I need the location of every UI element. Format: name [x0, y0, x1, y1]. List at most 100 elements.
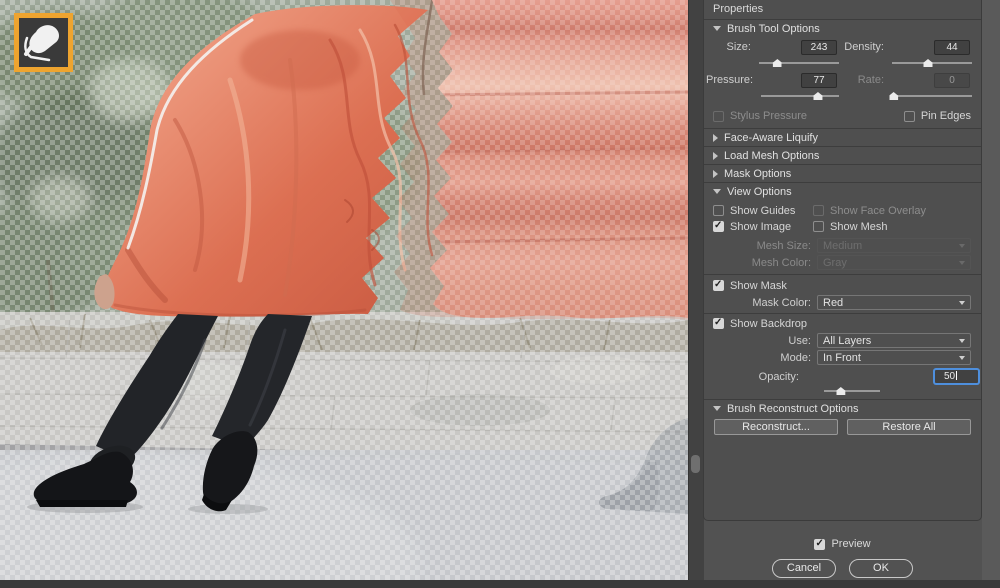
dialog-buttons: Cancel OK — [703, 559, 982, 578]
density-input[interactable]: 44 — [934, 40, 970, 55]
section-label: Face-Aware Liquify — [724, 132, 818, 144]
show-backdrop-row: Show Backdrop — [704, 316, 981, 331]
collapse-triangle-icon — [713, 134, 718, 142]
collapse-triangle-icon — [713, 152, 718, 160]
section-view-options[interactable]: View Options — [704, 182, 981, 200]
window-bottom-edge — [0, 580, 1000, 588]
collapse-triangle-icon — [713, 170, 718, 178]
liquify-canvas[interactable] — [0, 0, 688, 580]
section-label: Load Mesh Options — [724, 150, 819, 162]
use-label: Use: — [704, 335, 817, 347]
view-row-2: Show Image Show Mesh — [704, 219, 981, 234]
dropdown-value: All Layers — [823, 335, 871, 347]
opacity-slider[interactable] — [824, 386, 880, 396]
panel-title: Properties — [704, 0, 981, 20]
opacity-slider-thumb[interactable] — [836, 387, 845, 395]
mode-row: Mode: In Front — [704, 350, 971, 365]
use-dropdown[interactable]: All Layers — [817, 333, 971, 348]
chevron-down-icon — [959, 244, 965, 248]
dropdown-value: Medium — [823, 240, 862, 252]
dropdown-value: In Front — [823, 352, 861, 364]
mesh-color-label: Mesh Color: — [704, 257, 817, 269]
panel-divider-handle[interactable] — [691, 455, 700, 473]
stylus-pressure-label: Stylus Pressure — [730, 110, 807, 122]
preview-checkbox[interactable] — [814, 539, 825, 550]
mode-dropdown[interactable]: In Front — [817, 350, 971, 365]
separator — [704, 274, 981, 275]
show-mask-label: Show Mask — [730, 280, 787, 292]
show-guides-checkbox[interactable] — [713, 205, 724, 216]
section-load-mesh-options[interactable]: Load Mesh Options — [704, 146, 981, 164]
section-face-aware-liquify[interactable]: Face-Aware Liquify — [704, 128, 981, 146]
rate-slider[interactable] — [892, 91, 972, 101]
brush-controls: Size: 243 Density: 44 — [704, 37, 981, 108]
reconstruct-button[interactable]: Reconstruct... — [714, 419, 838, 435]
show-image-checkbox[interactable] — [713, 221, 724, 232]
section-brush-tool-options[interactable]: Brush Tool Options — [704, 20, 981, 37]
pin-edges-label: Pin Edges — [921, 110, 971, 122]
density-slider-thumb[interactable] — [924, 59, 933, 67]
restore-all-button[interactable]: Restore All — [847, 419, 971, 435]
tool-indicator[interactable] — [14, 13, 73, 72]
use-row: Use: All Layers — [704, 333, 971, 348]
size-label: Size: — [706, 40, 759, 68]
opacity-label: Opacity: — [704, 371, 799, 383]
show-image-label: Show Image — [730, 221, 791, 233]
dropdown-value: Gray — [823, 257, 847, 269]
collapse-triangle-icon — [713, 189, 721, 194]
reconstruct-buttons: Reconstruct... Restore All — [704, 417, 981, 442]
text-caret — [956, 371, 957, 380]
mesh-size-label: Mesh Size: — [704, 240, 817, 252]
mask-color-label: Mask Color: — [704, 297, 817, 309]
show-mesh-checkbox[interactable] — [813, 221, 824, 232]
show-guides-label: Show Guides — [730, 205, 795, 217]
chevron-down-icon — [959, 339, 965, 343]
show-backdrop-label: Show Backdrop — [730, 318, 807, 330]
slider-track — [759, 62, 839, 64]
chevron-down-icon — [959, 356, 965, 360]
size-slider[interactable] — [759, 58, 839, 68]
liquify-dialog: Properties Brush Tool Options Size: 243 … — [0, 0, 1000, 588]
pressure-label: Pressure: — [706, 73, 761, 101]
section-mask-options[interactable]: Mask Options — [704, 164, 981, 182]
section-label: View Options — [727, 186, 792, 198]
density-label: Density: — [839, 40, 892, 68]
collapse-triangle-icon — [713, 406, 721, 411]
section-label: Brush Tool Options — [727, 23, 820, 35]
section-label: Mask Options — [724, 168, 791, 180]
pressure-input[interactable]: 77 — [801, 73, 837, 88]
chevron-down-icon — [959, 301, 965, 305]
ok-button[interactable]: OK — [849, 559, 913, 578]
mask-color-row: Mask Color: Red — [704, 295, 971, 310]
section-brush-reconstruct-options[interactable]: Brush Reconstruct Options — [704, 399, 981, 417]
freeze-mask-overlay — [390, 0, 688, 320]
collapse-triangle-icon — [713, 26, 721, 31]
show-face-overlay-checkbox — [813, 205, 824, 216]
pin-edges-checkbox[interactable] — [904, 111, 915, 122]
pressure-slider-thumb[interactable] — [813, 92, 822, 100]
mesh-size-dropdown: Medium — [817, 238, 971, 253]
section-label: Brush Reconstruct Options — [727, 403, 858, 415]
mode-label: Mode: — [704, 352, 817, 364]
mask-color-dropdown[interactable]: Red — [817, 295, 971, 310]
stylus-pressure-checkbox — [713, 111, 724, 122]
show-mask-row: Show Mask — [704, 278, 981, 293]
size-input[interactable]: 243 — [801, 40, 837, 55]
size-slider-thumb[interactable] — [773, 59, 782, 67]
opacity-row: Opacity: 50 — [704, 368, 981, 385]
mesh-color-row: Mesh Color: Gray — [704, 255, 971, 270]
density-slider[interactable] — [892, 58, 972, 68]
view-row-1: Show Guides Show Face Overlay — [704, 203, 981, 218]
pressure-slider[interactable] — [761, 91, 839, 101]
mesh-color-dropdown: Gray — [817, 255, 971, 270]
opacity-input[interactable]: 50 — [934, 369, 979, 384]
canvas-art — [0, 0, 688, 580]
mesh-size-row: Mesh Size: Medium — [704, 238, 971, 253]
show-mask-checkbox[interactable] — [713, 280, 724, 291]
preview-row: Preview — [703, 538, 982, 550]
separator — [704, 313, 981, 314]
panel-divider[interactable] — [688, 0, 704, 580]
cancel-button[interactable]: Cancel — [772, 559, 836, 578]
chevron-down-icon — [959, 261, 965, 265]
show-backdrop-checkbox[interactable] — [713, 318, 724, 329]
